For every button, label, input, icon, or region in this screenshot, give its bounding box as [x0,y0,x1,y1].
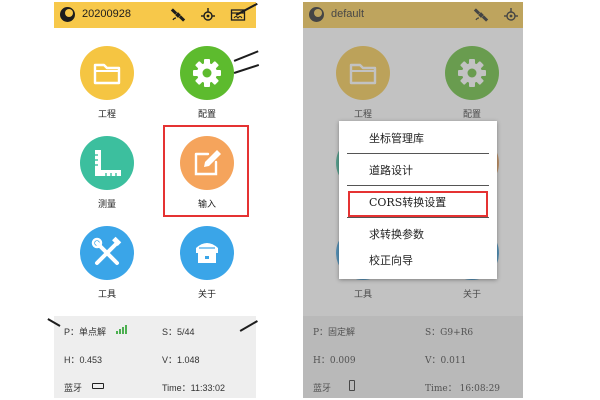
menu-divider [347,217,489,218]
tile-project[interactable]: 工程 [62,40,152,130]
tile-circle [80,46,134,100]
menu-divider [347,185,489,186]
ruler-icon [95,150,121,176]
tools-icon [91,236,122,265]
input-highlight-box [163,125,249,217]
tile-label: 测量 [97,199,116,209]
main-menu-screen: 20200928 工程 配置 测量 输入 工具 关于 P：单点解 S：5/44 … [54,2,256,398]
tile-circle [80,226,134,280]
input-menu-screen: default 工程 配置 工具 关于 P：固定解 S：G9+R6 H：0.00… [303,2,523,398]
menu-item-transform-params[interactable]: 求转换参数 [339,223,497,247]
top-bar: 20200928 [54,2,256,28]
satellite-icon[interactable] [170,7,186,23]
tile-label: 工具 [97,289,116,299]
tile-label: 工程 [97,109,116,119]
signal-bars-icon [116,325,127,334]
menu-divider [347,153,489,154]
menu-item-coordinate-library[interactable]: 坐标管理库 [339,127,497,151]
time-readout: Time：11:33:02 [162,383,226,393]
satellite-count: S：5/44 [162,327,195,337]
tile-about[interactable]: 关于 [162,220,252,310]
tile-circle [180,226,234,280]
app-logo [60,7,75,22]
gnss-target-icon[interactable] [200,7,216,23]
tile-config[interactable]: 配置 [162,40,252,130]
menu-item-road-design[interactable]: 道路设计 [339,159,497,183]
receiver-icon [196,243,218,263]
battery-icon [92,383,104,389]
bluetooth-label: 蓝牙 [64,383,83,393]
tile-circle [80,136,134,190]
cors-highlight-box [348,191,488,217]
solution-status: P：单点解 [64,327,107,337]
gear-icon [193,59,221,87]
v-precision: V：1.048 [162,355,200,365]
tile-tools[interactable]: 工具 [62,220,152,310]
status-panel: P：单点解 S：5/44 H：0.453 V：1.048 蓝牙 Time：11:… [54,316,256,398]
folder-icon [93,63,121,85]
tile-survey[interactable]: 测量 [62,130,152,220]
project-name: 20200928 [82,8,131,20]
tile-label: 配置 [197,109,216,119]
screenshot-pair: 20200928 工程 配置 测量 输入 工具 关于 P：单点解 S：5/44 … [0,0,600,400]
tile-circle [180,46,234,100]
h-precision: H：0.453 [64,355,103,365]
tile-label: 关于 [197,289,216,299]
menu-item-calibration-wizard[interactable]: 校正向导 [339,249,497,273]
